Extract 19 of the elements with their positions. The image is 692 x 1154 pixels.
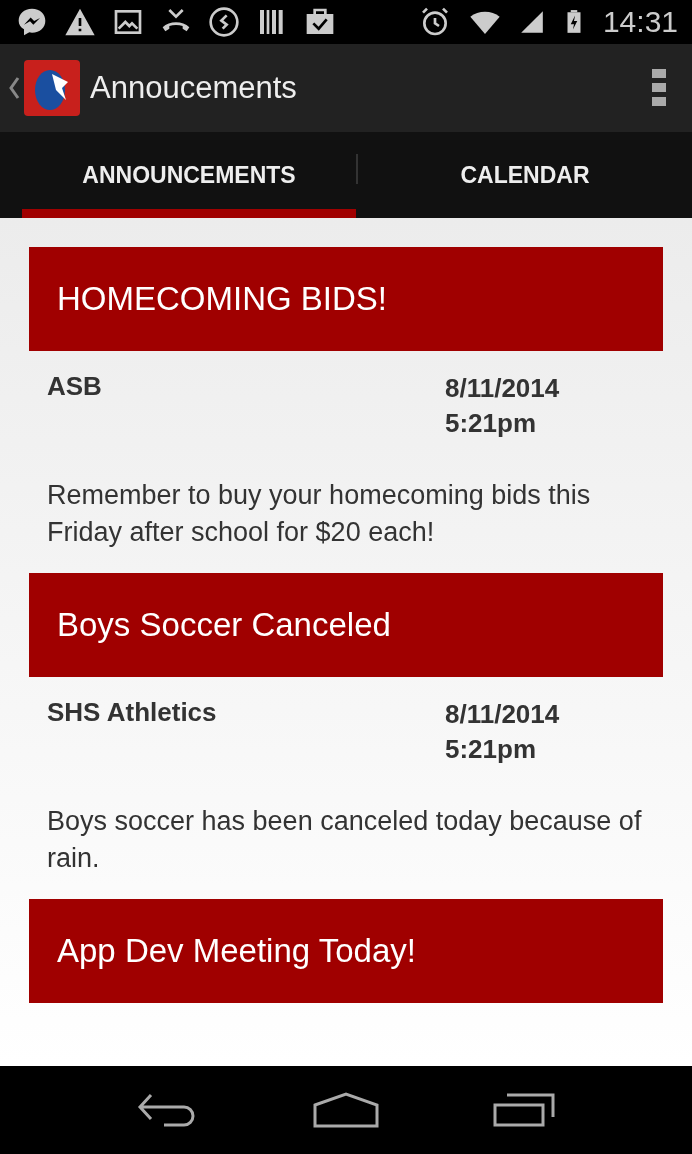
- announcement-author: ASB: [47, 371, 103, 403]
- announcement-time: 5:21pm: [445, 407, 538, 440]
- app-logo-icon[interactable]: [24, 60, 80, 116]
- announcement-date: 8/11/2014: [445, 698, 561, 731]
- back-caret-icon[interactable]: [8, 76, 20, 100]
- tab[interactable]: CALENDAR: [358, 132, 692, 218]
- status-time: 14:31: [602, 5, 678, 39]
- announcement-author: SHS Athletics: [47, 697, 218, 729]
- app-title: Annoucements: [90, 70, 297, 106]
- announcement-title[interactable]: HOMECOMING BIDS!: [29, 247, 663, 351]
- announcement-title[interactable]: App Dev Meeting Today!: [29, 899, 663, 1003]
- overflow-menu-icon[interactable]: [652, 69, 666, 107]
- announcement-title[interactable]: Boys Soccer Canceled: [29, 573, 663, 677]
- announcement-date: 8/11/2014: [445, 372, 561, 405]
- recent-apps-icon[interactable]: [493, 1093, 555, 1127]
- announcement-body: Remember to buy your homecoming bids this Friday after school for $20 each!: [47, 479, 592, 549]
- announcement-body: Boys soccer has been canceled today because of rain.: [47, 805, 643, 875]
- home-icon[interactable]: [313, 1092, 379, 1128]
- announcement-time: 5:21pm: [445, 733, 538, 766]
